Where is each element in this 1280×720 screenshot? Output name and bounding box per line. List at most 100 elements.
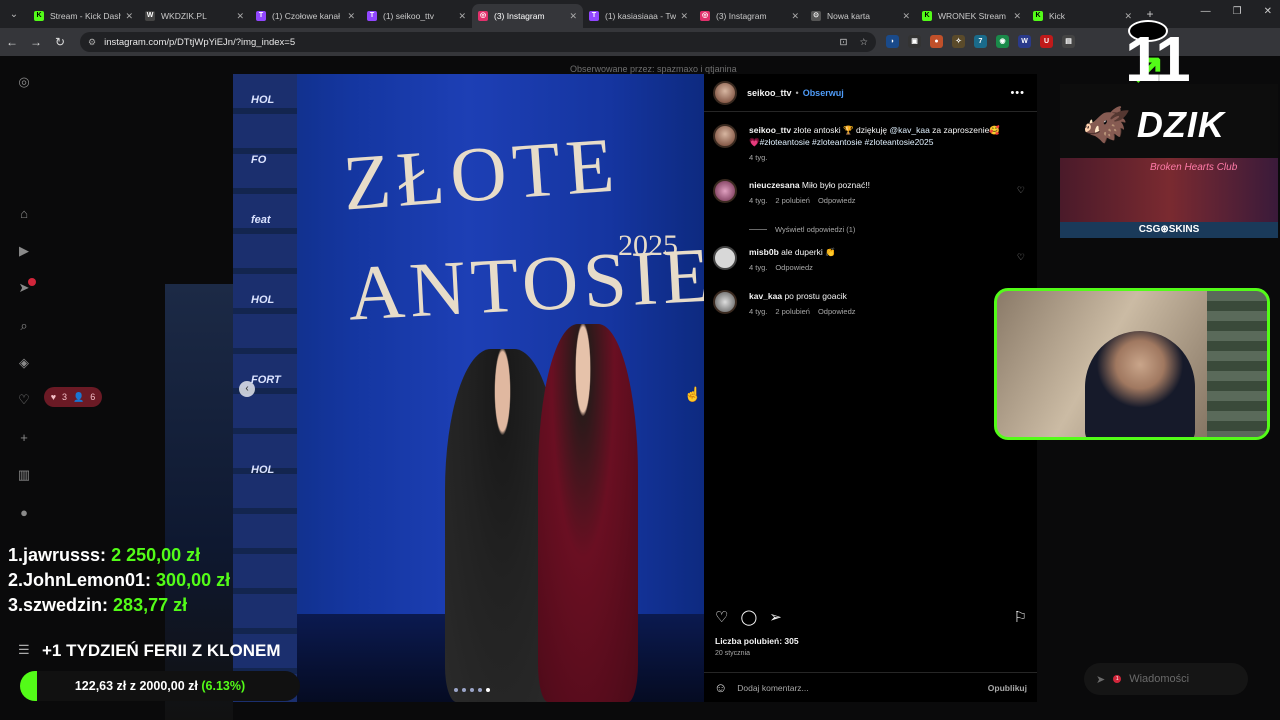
browser-tab[interactable]: T (1) seikoo_ttv ✕ — [361, 4, 472, 28]
browser-tab[interactable]: W WKDZIK.PL ✕ — [139, 4, 250, 28]
close-tab-icon[interactable]: ✕ — [791, 11, 799, 22]
rank: 1. — [8, 545, 24, 565]
extension-icon[interactable]: W — [1018, 35, 1031, 48]
close-tab-icon[interactable]: ✕ — [680, 11, 688, 22]
likes-heart-icon: ♥ — [50, 392, 57, 402]
carousel-prev-button[interactable]: ‹ — [239, 381, 255, 397]
reels-icon[interactable]: ▶ — [16, 243, 32, 259]
back-icon[interactable]: ← — [0, 35, 24, 49]
new-tab-button[interactable]: + — [1138, 7, 1162, 21]
browser-tab[interactable]: K Stream - Kick Dash ✕ — [28, 4, 139, 28]
extension-icon[interactable]: ◗ — [886, 35, 899, 48]
search-icon[interactable]: ⌕ — [16, 318, 32, 334]
caption-mention[interactable]: @kav_kaa — [890, 125, 930, 135]
likes-count[interactable]: Liczba polubień: 305 — [715, 636, 799, 646]
browser-tab[interactable]: K Kick ✕ — [1027, 4, 1138, 28]
browser-tab[interactable]: T (1) kasiasiaaa - Tw ✕ — [583, 4, 694, 28]
tab-title: (3) Instagram — [716, 11, 767, 21]
notification-pill[interactable]: ♥ 3 👤 6 — [44, 387, 102, 407]
caption-hashtags[interactable]: 💗#złoteantosie #zloteantosie #zloteantos… — [749, 137, 934, 147]
extension-icon[interactable]: ◉ — [996, 35, 1009, 48]
comment-bubble-icon[interactable]: ◯ — [740, 608, 757, 626]
instagram-logo-icon[interactable]: ◎ — [16, 74, 32, 90]
browser-tab[interactable]: T (1) Czołowe kanał ✕ — [250, 4, 361, 28]
bookmark-star-icon[interactable]: ☆ — [859, 37, 868, 48]
view-replies-link[interactable]: Wyświetl odpowiedzi (1) — [749, 225, 855, 234]
close-window-icon[interactable]: ✕ — [1264, 6, 1272, 17]
extension-icon[interactable]: U — [1040, 35, 1053, 48]
address-bar[interactable]: ⚙ instagram.com/p/DTtjWpYiEJn/?img_index… — [80, 32, 876, 52]
close-tab-icon[interactable]: ✕ — [347, 11, 355, 22]
reply-link[interactable]: Odpowiedz — [775, 262, 813, 274]
streamer-image — [1085, 331, 1195, 437]
tab-title: WKDZIK.PL — [161, 11, 207, 21]
comment-likes[interactable]: 2 polubień — [775, 195, 810, 207]
tab-title: WRONEK Stream — [938, 11, 1007, 21]
comment-username[interactable]: nieuczesana — [749, 180, 800, 190]
browser-tab[interactable]: K WRONEK Stream ✕ — [916, 4, 1027, 28]
extension-icon[interactable]: ▣ — [908, 35, 921, 48]
tab-title: (1) Czołowe kanał — [272, 11, 341, 21]
avatar[interactable] — [713, 290, 737, 314]
caption-username[interactable]: seikoo_ttv — [749, 125, 791, 135]
avatar[interactable] — [713, 124, 737, 148]
comment-like-heart-icon[interactable]: ♡ — [1017, 252, 1025, 263]
reply-link[interactable]: Odpowiedz — [818, 195, 856, 207]
close-tab-icon[interactable]: ✕ — [1124, 11, 1132, 22]
save-bookmark-icon[interactable]: ⚐ — [1014, 608, 1027, 626]
tab-favicon-icon: T — [256, 11, 266, 21]
close-tab-icon[interactable]: ✕ — [569, 11, 577, 22]
close-tab-icon[interactable]: ✕ — [236, 11, 244, 22]
avatar[interactable] — [713, 179, 737, 203]
home-icon[interactable]: ⌂ — [16, 206, 32, 222]
comment-likes[interactable]: 2 polubień — [775, 306, 810, 318]
minimize-icon[interactable]: — — [1201, 6, 1211, 17]
comment-like-heart-icon[interactable]: ♡ — [1017, 185, 1025, 196]
dashboard-icon[interactable]: ▥ — [16, 467, 32, 483]
reload-icon[interactable]: ↻ — [48, 35, 72, 49]
site-info-icon[interactable]: ⚙ — [88, 37, 96, 48]
forward-icon[interactable]: → — [24, 35, 48, 49]
close-tab-icon[interactable]: ✕ — [125, 11, 133, 22]
share-icon[interactable]: ➢ — [769, 608, 782, 626]
avatar[interactable] — [713, 80, 737, 105]
close-tab-icon[interactable]: ✕ — [1013, 11, 1021, 22]
comment-username[interactable]: misb0b — [749, 247, 779, 257]
tab-favicon-icon: T — [589, 11, 599, 21]
comment-input[interactable]: Dodaj komentarz... — [737, 683, 808, 693]
extension-icon[interactable]: ● — [930, 35, 943, 48]
extension-icon[interactable]: ✧ — [952, 35, 965, 48]
close-tab-icon[interactable]: ✕ — [902, 11, 910, 22]
post-owner-username[interactable]: seikoo_ttv — [747, 88, 792, 98]
install-app-icon[interactable]: ⊡ — [840, 37, 848, 48]
post-actions: ♡ ◯ ➢ ⚐ — [715, 608, 1027, 626]
browser-tab[interactable]: ◎ (3) Instagram ✕ — [694, 4, 805, 28]
mouse-cursor-icon: ☝ — [684, 386, 702, 402]
more-options-icon[interactable]: ••• — [1010, 87, 1025, 99]
comment-time: 4 tyg. — [749, 263, 768, 272]
extension-icon[interactable]: 7 — [974, 35, 987, 48]
post-comment-button[interactable]: Opublikuj — [988, 683, 1027, 693]
notifications-heart-icon[interactable]: ♡ — [16, 392, 32, 408]
reply-link[interactable]: Odpowiedz — [818, 306, 856, 318]
restore-icon[interactable]: ❐ — [1233, 6, 1242, 17]
browser-tab[interactable]: ⊙ Nowa karta ✕ — [805, 4, 916, 28]
emoji-icon[interactable]: ☺ — [714, 680, 727, 695]
explore-icon[interactable]: ◈ — [16, 355, 32, 371]
create-icon[interactable]: + — [16, 430, 32, 446]
browser-tab[interactable]: ◎ (3) Instagram ✕ — [472, 4, 583, 28]
comment-username[interactable]: kav_kaa — [749, 291, 782, 301]
avatar[interactable] — [713, 246, 737, 270]
tab-favicon-icon: ◎ — [478, 11, 488, 21]
post-photo[interactable]: HOL FO feat HOL FORT HOL ZŁOTE ANTOSIE 2025 — [233, 74, 704, 702]
caption-text: złote antoski 🏆 dziękuję — [791, 125, 890, 135]
comment-text: ale duperki 👏 — [778, 247, 836, 257]
extension-icon[interactable]: ▤ — [1062, 35, 1075, 48]
menu-icon[interactable]: ☰ — [18, 642, 30, 658]
follow-button[interactable]: Obserwuj — [803, 88, 844, 98]
messages-button[interactable]: ➤ 1 Wiadomości — [1084, 663, 1248, 695]
like-heart-icon[interactable]: ♡ — [715, 608, 728, 626]
close-tab-icon[interactable]: ✕ — [458, 11, 466, 22]
profile-icon[interactable]: ● — [16, 505, 32, 521]
tab-search-icon[interactable]: ⌄ — [0, 0, 28, 28]
